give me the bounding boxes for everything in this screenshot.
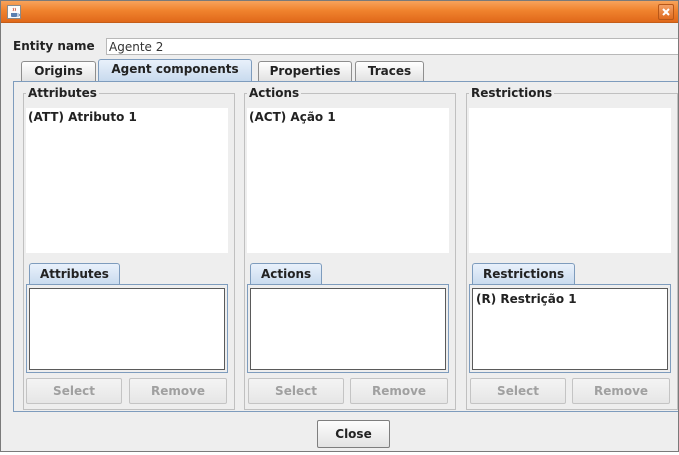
restrictions-list[interactable] bbox=[469, 108, 671, 253]
entity-name-label: Entity name bbox=[13, 39, 95, 53]
close-icon[interactable] bbox=[658, 4, 674, 20]
actions-select-button[interactable]: Select bbox=[248, 378, 344, 404]
actions-remove-button[interactable]: Remove bbox=[350, 378, 448, 404]
dialog-window: Entity name Origins Agent components Pro… bbox=[0, 0, 679, 452]
attributes-available-list[interactable] bbox=[29, 288, 225, 370]
restrictions-group-title: Restrictions bbox=[469, 86, 555, 100]
tab-attributes-available[interactable]: Attributes bbox=[29, 263, 120, 285]
tab-agent-components[interactable]: Agent components bbox=[98, 59, 252, 81]
list-item[interactable]: (ATT) Atributo 1 bbox=[28, 110, 137, 124]
restrictions-remove-button[interactable]: Remove bbox=[572, 378, 670, 404]
list-item[interactable]: (ACT) Ação 1 bbox=[249, 110, 336, 124]
tab-restrictions-available[interactable]: Restrictions bbox=[472, 263, 576, 285]
actions-group-title: Actions bbox=[247, 86, 302, 100]
attributes-available-panel bbox=[26, 284, 228, 373]
actions-list[interactable]: (ACT) Ação 1 bbox=[247, 108, 449, 253]
tab-properties[interactable]: Properties bbox=[258, 61, 352, 81]
close-button[interactable]: Close bbox=[317, 420, 390, 448]
tab-origins[interactable]: Origins bbox=[21, 61, 96, 81]
restrictions-available-panel: (R) Restrição 1 bbox=[469, 284, 671, 373]
attributes-remove-button[interactable]: Remove bbox=[129, 378, 227, 404]
actions-available-list[interactable] bbox=[250, 288, 446, 370]
list-item[interactable]: (R) Restrição 1 bbox=[476, 292, 577, 306]
entity-name-field[interactable] bbox=[106, 38, 678, 55]
restrictions-available-list[interactable]: (R) Restrição 1 bbox=[472, 288, 668, 370]
tab-traces[interactable]: Traces bbox=[355, 61, 424, 81]
actions-available-panel bbox=[247, 284, 449, 373]
attributes-group-title: Attributes bbox=[26, 86, 99, 100]
tab-actions-available[interactable]: Actions bbox=[250, 263, 323, 285]
attributes-select-button[interactable]: Select bbox=[26, 378, 122, 404]
attributes-list[interactable]: (ATT) Atributo 1 bbox=[26, 108, 228, 253]
restrictions-select-button[interactable]: Select bbox=[470, 378, 566, 404]
java-coffee-icon bbox=[7, 5, 21, 19]
title-bar[interactable] bbox=[1, 1, 678, 23]
